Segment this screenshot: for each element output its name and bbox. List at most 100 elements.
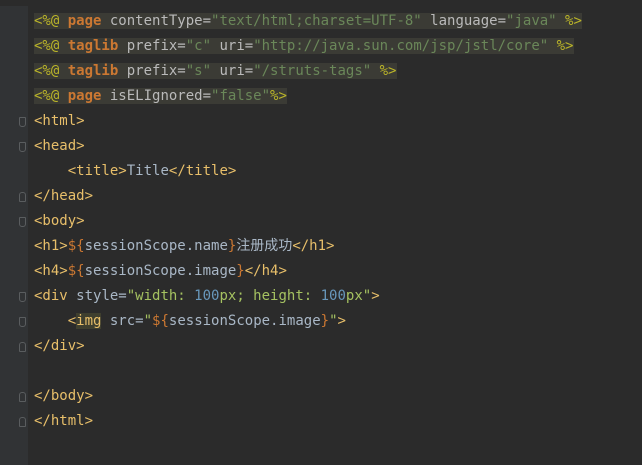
- code-line[interactable]: <body>: [28, 209, 642, 234]
- editor-gutter[interactable]: [0, 0, 28, 465]
- code-line[interactable]: <h1>${sessionScope.name}注册成功</h1>: [28, 234, 642, 259]
- code-line[interactable]: <%@ page isELIgnored="false"%>: [28, 84, 642, 109]
- code-token: 100: [194, 288, 220, 304]
- code-token: %>: [270, 88, 287, 104]
- code-token: <html>: [34, 113, 85, 129]
- code-token: "s": [185, 63, 212, 79]
- fold-marker-icon[interactable]: [19, 192, 26, 202]
- code-token: taglib: [67, 63, 119, 79]
- code-text: <img src="${sessionScope.image}">: [34, 309, 346, 334]
- fold-marker-icon[interactable]: [19, 217, 26, 227]
- code-text: <%@ taglib prefix="c" uri="http://java.s…: [34, 34, 574, 59]
- code-token: "false": [211, 88, 271, 104]
- code-token: "http://java.sun.com/jsp/jstl/core": [253, 38, 549, 54]
- code-token: img: [76, 313, 102, 329]
- code-token: ": [143, 313, 153, 329]
- code-token: </div>: [34, 338, 85, 354]
- editor-top-edge: [0, 0, 642, 6]
- code-token: >: [371, 288, 380, 304]
- code-token: sessionScope.image: [84, 263, 237, 279]
- code-line[interactable]: <%@ taglib prefix="s" uri="/struts-tags"…: [28, 59, 642, 84]
- code-text: </div>: [34, 334, 85, 359]
- code-line[interactable]: </head>: [28, 184, 642, 209]
- code-token: %>: [371, 63, 397, 79]
- code-token: px; height:: [219, 288, 321, 304]
- code-token: </body>: [34, 388, 94, 404]
- code-token: "java": [506, 13, 557, 29]
- code-line[interactable]: <div style="width: 100px; height: 100px"…: [28, 284, 642, 309]
- fold-marker-icon[interactable]: [19, 342, 26, 352]
- code-token: <body>: [34, 213, 85, 229]
- code-token: <title>: [67, 163, 127, 179]
- code-token: 100: [320, 288, 346, 304]
- code-token: <%@: [34, 63, 68, 79]
- code-text: <%@ page isELIgnored="false"%>: [34, 84, 287, 109]
- code-text: <h4>${sessionScope.image}</h4>: [34, 259, 287, 284]
- fold-marker-icon[interactable]: [19, 317, 26, 327]
- code-editor[interactable]: <%@ page contentType="text/html;charset=…: [28, 0, 642, 465]
- code-text: <div style="width: 100px; height: 100px"…: [34, 284, 380, 309]
- code-token: <: [67, 313, 77, 329]
- code-token: prefix=: [118, 38, 186, 54]
- code-token: ": [329, 313, 338, 329]
- code-token: </title>: [168, 163, 237, 179]
- code-token: style=: [76, 288, 127, 304]
- code-text: <%@ page contentType="text/html;charset=…: [34, 9, 582, 34]
- code-line[interactable]: <title>Title</title>: [28, 159, 642, 184]
- fold-marker-icon[interactable]: [19, 392, 26, 402]
- code-line[interactable]: </body>: [28, 384, 642, 409]
- code-line[interactable]: <img src="${sessionScope.image}">: [28, 309, 642, 334]
- code-token: }: [320, 313, 330, 329]
- code-line[interactable]: </div>: [28, 334, 642, 359]
- code-line[interactable]: <head>: [28, 134, 642, 159]
- code-text: <body>: [34, 209, 85, 234]
- code-line[interactable]: [28, 434, 642, 459]
- code-token: Title: [126, 163, 169, 179]
- fold-marker-icon[interactable]: [19, 417, 26, 427]
- code-token: %>: [556, 13, 582, 29]
- code-token: <%@: [34, 13, 68, 29]
- code-token: <div: [34, 288, 77, 304]
- code-token: "/struts-tags": [253, 63, 372, 79]
- code-text: <title>Title</title>: [34, 159, 237, 184]
- code-token: ${: [152, 313, 169, 329]
- code-token: }: [236, 263, 245, 279]
- code-token: "width:: [126, 288, 195, 304]
- code-line[interactable]: </html>: [28, 409, 642, 434]
- code-token: sessionScope.image: [168, 313, 321, 329]
- code-token: <h1>: [34, 238, 68, 254]
- code-token: </html>: [34, 413, 94, 429]
- code-text: </body>: [34, 384, 93, 409]
- code-token: >: [337, 313, 346, 329]
- code-token: %>: [548, 38, 574, 54]
- code-text: <h1>${sessionScope.name}注册成功</h1>: [34, 234, 334, 259]
- code-text: </html>: [34, 409, 93, 434]
- code-line[interactable]: <%@ page contentType="text/html;charset=…: [28, 9, 642, 34]
- code-token: uri=: [211, 63, 254, 79]
- code-token: "c": [185, 38, 212, 54]
- code-line[interactable]: <h4>${sessionScope.image}</h4>: [28, 259, 642, 284]
- code-text: <head>: [34, 134, 85, 159]
- code-line[interactable]: [28, 359, 642, 384]
- code-token: </h1>: [292, 238, 335, 254]
- code-token: taglib: [67, 38, 119, 54]
- code-token: page: [67, 88, 102, 104]
- code-token: <head>: [34, 138, 85, 154]
- fold-marker-icon[interactable]: [19, 292, 26, 302]
- code-token: language=: [421, 13, 507, 29]
- code-token: "text/html;charset=UTF-8": [211, 13, 422, 29]
- code-token: px": [345, 288, 372, 304]
- code-token: </h4>: [244, 263, 287, 279]
- fold-marker-icon[interactable]: [19, 117, 26, 127]
- fold-marker-icon[interactable]: [19, 142, 26, 152]
- code-token: ${: [67, 238, 85, 254]
- code-token: <h4>: [34, 263, 68, 279]
- code-line[interactable]: <%@ taglib prefix="c" uri="http://java.s…: [28, 34, 642, 59]
- code-token: <%@: [34, 38, 68, 54]
- code-token: contentType=: [101, 13, 212, 29]
- code-line[interactable]: <html>: [28, 109, 642, 134]
- code-token: src=: [101, 313, 144, 329]
- code-token: ${: [67, 263, 85, 279]
